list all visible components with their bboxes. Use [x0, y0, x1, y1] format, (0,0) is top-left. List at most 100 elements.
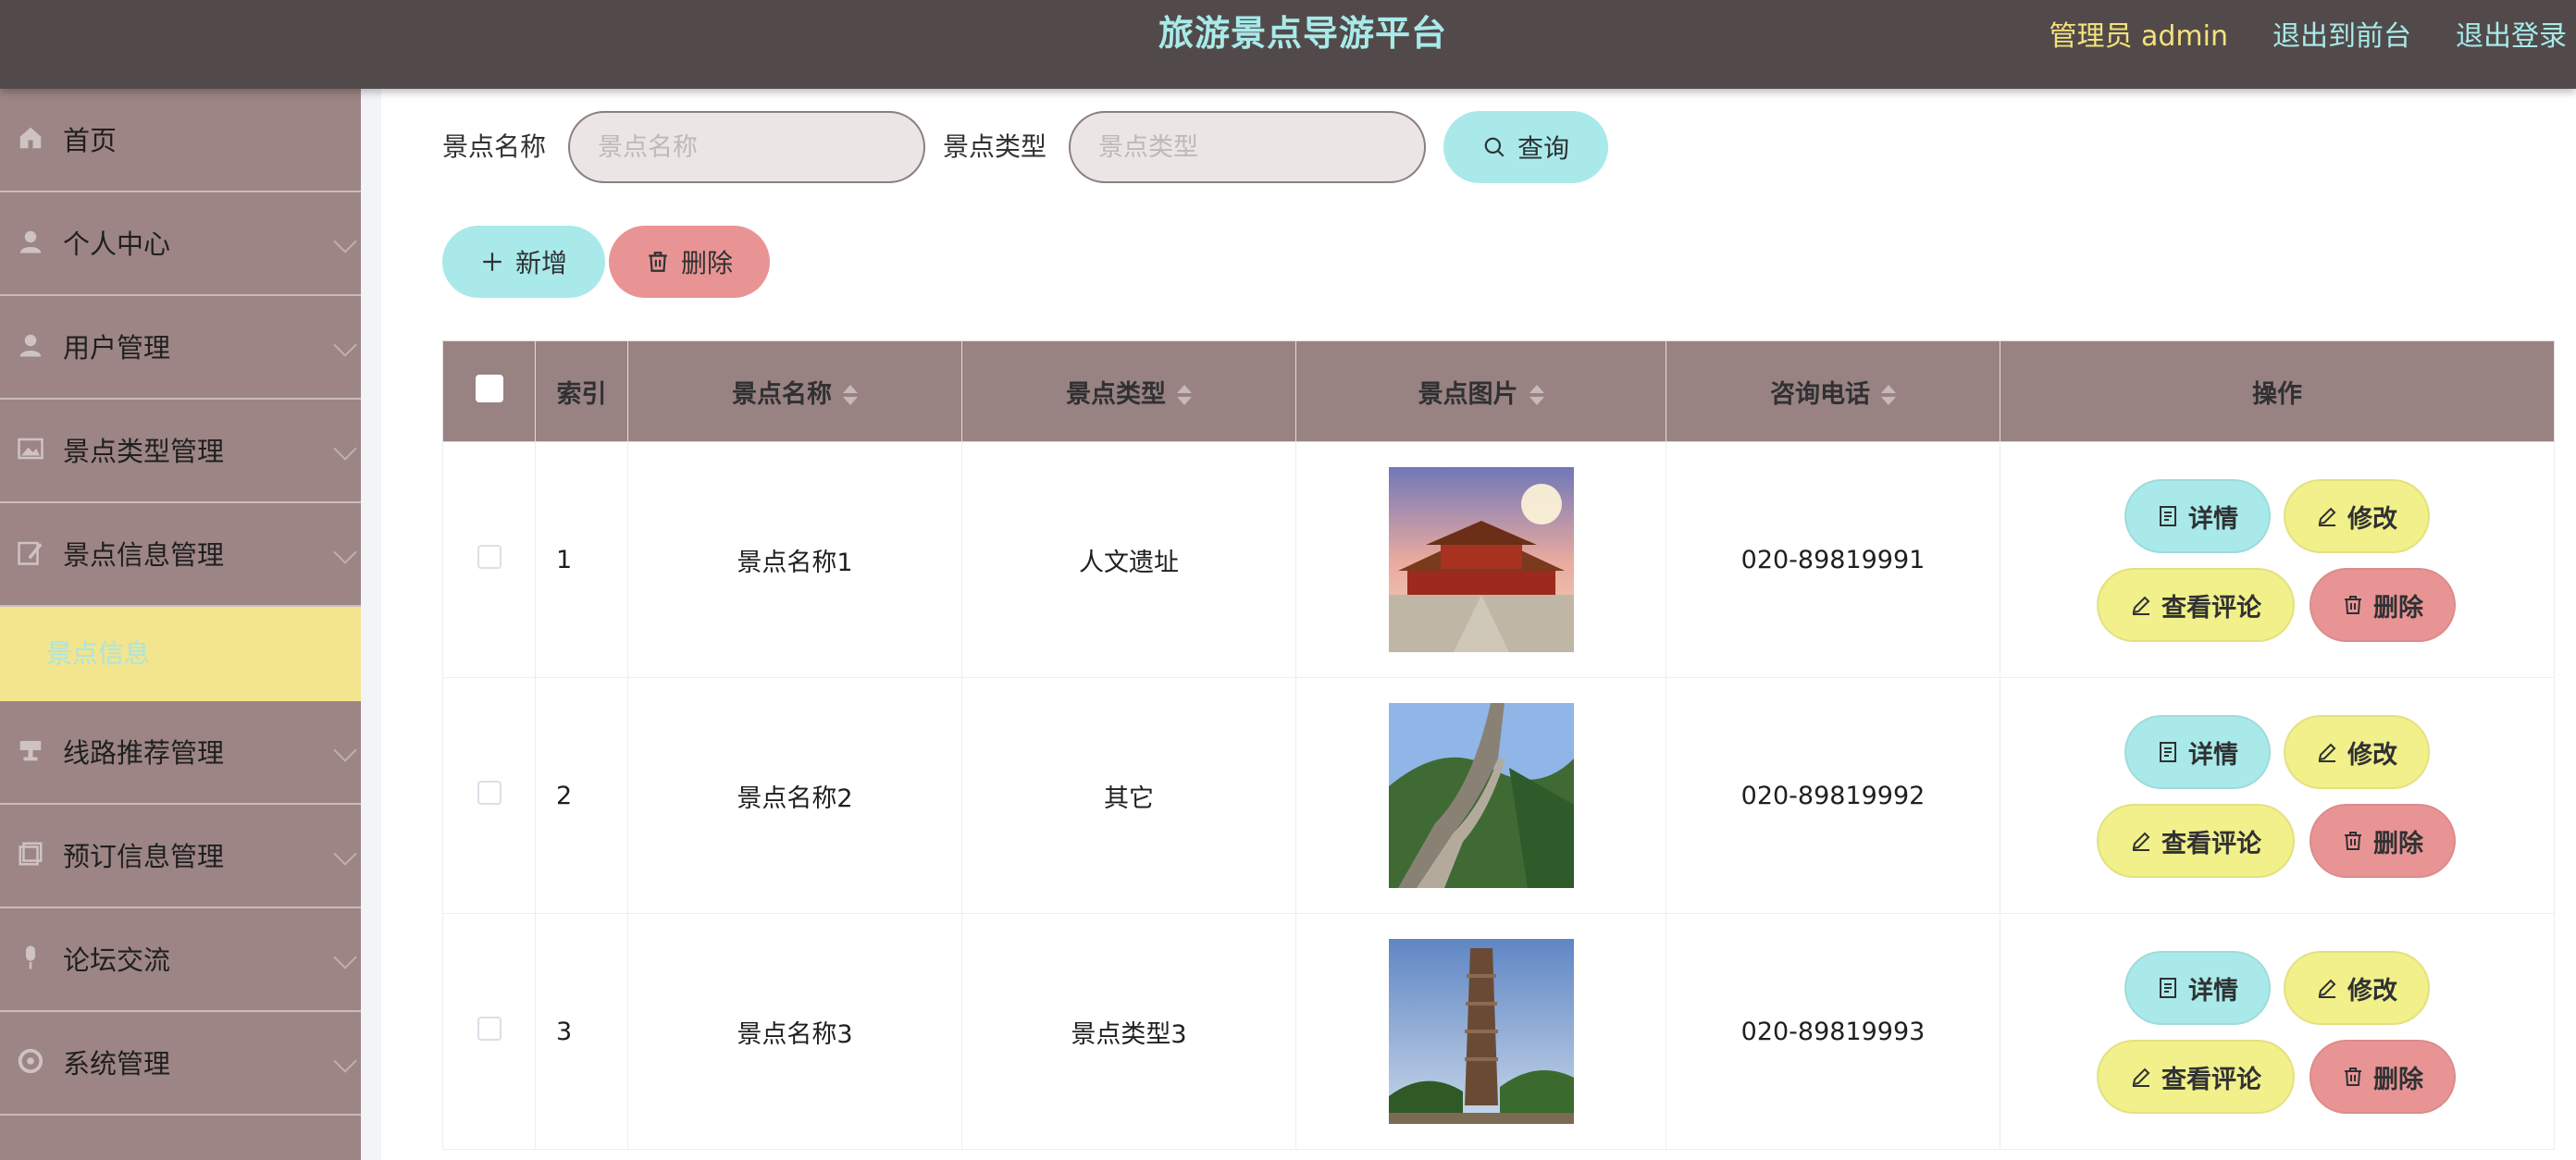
detail-button[interactable]: 详情	[2124, 951, 2271, 1025]
query-button[interactable]: 查询	[1443, 111, 1608, 183]
row-checkbox[interactable]	[477, 780, 502, 805]
row-name: 景点名称2	[627, 677, 962, 914]
detail-button-label: 详情	[2188, 740, 2238, 770]
user-icon	[19, 334, 42, 357]
column-label: 景点类型	[1066, 379, 1166, 409]
detail-button[interactable]: 详情	[2124, 715, 2271, 789]
cup-icon	[19, 741, 42, 761]
exit-to-front-link[interactable]: 退出到前台	[2273, 13, 2411, 54]
delete-button[interactable]: 删除	[2310, 1040, 2456, 1114]
sidebar-item-home[interactable]: 首页	[0, 89, 361, 192]
edit-icon	[2132, 596, 2150, 615]
sidebar-item-user-management[interactable]: 用户管理	[0, 296, 361, 400]
sidebar-item-route-recommendation[interactable]: 线路推荐管理	[0, 701, 361, 805]
trash-icon	[2345, 596, 2361, 614]
admin-label: 管理员 admin	[2049, 20, 2228, 53]
detail-button-label: 详情	[2188, 976, 2238, 1006]
edit-icon	[18, 541, 43, 565]
view-comments-button[interactable]: 查看评论	[2097, 568, 2295, 642]
column-header-image[interactable]: 景点图片	[1295, 340, 1666, 442]
batch-delete-button[interactable]: 删除	[609, 226, 770, 298]
column-header-actions: 操作	[2000, 340, 2555, 442]
detail-button-label: 详情	[2188, 504, 2238, 534]
row-phone: 020-89819991	[1666, 441, 2000, 678]
column-label: 咨询电话	[1770, 379, 1870, 409]
column-header-type[interactable]: 景点类型	[961, 340, 1296, 442]
delete-button-label: 删除	[2373, 829, 2423, 858]
row-index: 1	[535, 441, 628, 678]
sidebar-subitem-scenic-info[interactable]: 景点信息	[0, 607, 361, 701]
row-type: 人文遗址	[961, 441, 1296, 678]
row-name: 景点名称1	[627, 441, 962, 678]
sort-icon[interactable]	[1881, 383, 1896, 407]
chevron-down-icon	[333, 229, 357, 253]
view-comments-button[interactable]: 查看评论	[2097, 1040, 2295, 1114]
view-comments-button[interactable]: 查看评论	[2097, 804, 2295, 878]
edit-icon	[2318, 979, 2336, 998]
sidebar-item-forum[interactable]: 论坛交流	[0, 908, 361, 1012]
row-phone: 020-89819993	[1666, 913, 2000, 1150]
chevron-down-icon	[333, 738, 357, 762]
plus-icon	[483, 253, 502, 271]
document-icon	[2160, 506, 2176, 526]
sidebar-menu: 首页 个人中心 用户管理 景点类型管理 景点信息管理 景点信息 线路推荐管理 预…	[0, 89, 361, 1160]
delete-button[interactable]: 删除	[2310, 804, 2456, 878]
row-checkbox[interactable]	[477, 544, 502, 569]
column-label: 索引	[556, 379, 607, 409]
chevron-down-icon	[333, 1049, 357, 1073]
column-label: 操作	[2252, 379, 2302, 409]
sidebar-item-label: 预订信息管理	[63, 841, 225, 872]
table-row: 2 景点名称2 其它 020-89819992 详情 修改 查看评论 删除	[442, 677, 2555, 914]
select-all-cell	[442, 340, 536, 442]
logout-link[interactable]: 退出登录	[2456, 13, 2567, 54]
sidebar-item-scenic-info-management[interactable]: 景点信息管理	[0, 503, 361, 607]
top-header: 旅游景点导游平台 管理员 admin 退出到前台 退出登录	[0, 0, 2576, 89]
row-index: 2	[535, 677, 628, 914]
table-header-row: 索引 景点名称 景点类型 景点图片 咨询电话 操作	[442, 340, 2555, 442]
edit-button[interactable]: 修改	[2284, 951, 2430, 1025]
chevron-down-icon	[333, 842, 357, 866]
view-comments-button-label: 查看评论	[2161, 1065, 2261, 1094]
row-select-cell	[442, 913, 536, 1150]
sidebar-item-label: 个人中心	[63, 228, 171, 260]
edit-button[interactable]: 修改	[2284, 715, 2430, 789]
search-icon	[1484, 137, 1505, 157]
column-header-name[interactable]: 景点名称	[627, 340, 962, 442]
name-search-label: 景点名称	[442, 131, 547, 162]
row-checkbox[interactable]	[477, 1016, 502, 1041]
detail-button[interactable]: 详情	[2124, 479, 2271, 553]
type-search-label: 景点类型	[943, 131, 1047, 162]
sort-icon[interactable]	[843, 383, 858, 407]
table-row: 1 景点名称1 人文遗址 020-89819991 详情 修改 查看评论 删除	[442, 441, 2555, 678]
add-button[interactable]: 新增	[442, 226, 605, 298]
scenic-table: 索引 景点名称 景点类型 景点图片 咨询电话 操作 1 景点名称1 人文遗址 0…	[442, 340, 2555, 1150]
sidebar-item-scenic-type-management[interactable]: 景点类型管理	[0, 400, 361, 503]
type-search-input[interactable]	[1069, 111, 1426, 183]
column-label: 景点名称	[732, 379, 832, 409]
name-search-input[interactable]	[568, 111, 925, 183]
chevron-down-icon	[333, 437, 357, 461]
sidebar-item-label: 论坛交流	[63, 944, 171, 976]
sort-icon[interactable]	[1529, 383, 1544, 407]
stone-tower-photo[interactable]	[1388, 939, 1574, 1124]
row-select-cell	[442, 441, 536, 678]
view-comments-button-label: 查看评论	[2161, 593, 2261, 623]
column-header-phone[interactable]: 咨询电话	[1666, 340, 2000, 442]
row-type: 景点类型3	[961, 913, 1296, 1150]
row-image-cell	[1295, 441, 1666, 678]
sidebar-item-label: 系统管理	[63, 1048, 171, 1080]
delete-button[interactable]: 删除	[2310, 568, 2456, 642]
select-all-checkbox[interactable]	[475, 374, 503, 402]
great-wall-photo[interactable]	[1388, 703, 1574, 888]
row-actions-cell: 详情 修改 查看评论 删除	[2000, 677, 2555, 914]
gear-icon	[18, 1048, 43, 1074]
edit-button[interactable]: 修改	[2284, 479, 2430, 553]
forbidden-city-photo[interactable]	[1388, 467, 1574, 652]
sidebar-item-personal-center[interactable]: 个人中心	[0, 192, 361, 296]
sort-icon[interactable]	[1177, 383, 1192, 407]
sidebar-item-system-management[interactable]: 系统管理	[0, 1012, 361, 1116]
document-icon	[2160, 978, 2176, 998]
sidebar-item-booking-management[interactable]: 预订信息管理	[0, 805, 361, 908]
header-links: 管理员 admin 退出到前台 退出登录	[2004, 0, 2567, 67]
row-name: 景点名称3	[627, 913, 962, 1150]
